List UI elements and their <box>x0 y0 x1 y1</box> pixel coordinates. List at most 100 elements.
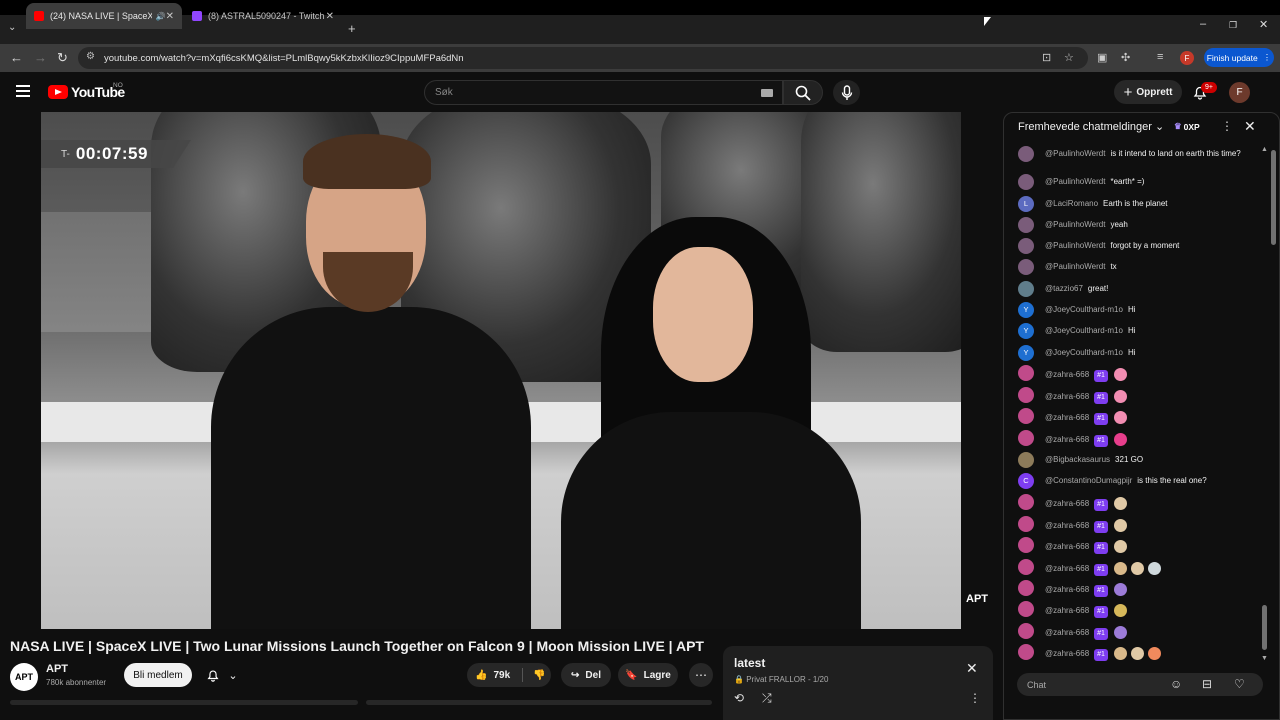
channel-watermark[interactable]: APT <box>966 593 988 605</box>
chat-author-name[interactable]: @PaulinhoWerdt <box>1045 241 1105 250</box>
chat-message[interactable]: @zahra-668 #1 <box>1018 494 1263 511</box>
tab-close-icon[interactable]: ✕ <box>166 11 174 22</box>
share-button[interactable]: ↪ Del <box>561 663 611 687</box>
window-close-icon[interactable]: ✕ <box>1259 18 1268 31</box>
tab-youtube[interactable]: (24) NASA LIVE | SpaceX LIV 🔊 ✕ <box>26 3 182 29</box>
chat-message[interactable]: @zahra-668 #1 <box>1018 537 1263 554</box>
chat-author-name[interactable]: @zahra-668 <box>1045 649 1089 658</box>
voice-search-button[interactable] <box>833 80 860 105</box>
reload-icon[interactable]: ↻ <box>57 50 68 66</box>
keyboard-icon[interactable] <box>761 89 773 97</box>
chat-message[interactable]: @PaulinhoWerdt tx <box>1018 259 1263 275</box>
super-chat-icon[interactable]: ⊟ <box>1202 677 1212 691</box>
chat-author-avatar[interactable] <box>1018 580 1034 596</box>
address-bar[interactable]: youtube.com/watch?v=mXqfi6csKMQ&list=PLm… <box>78 47 1088 69</box>
forward-icon[interactable]: → <box>34 50 47 65</box>
chat-author-name[interactable]: @zahra-668 <box>1045 370 1089 379</box>
video-player[interactable] <box>41 112 961 629</box>
minimize-icon[interactable]: – <box>1200 18 1206 30</box>
chat-message[interactable]: @PaulinhoWerdt yeah <box>1018 217 1263 233</box>
chat-message[interactable]: Y @JoeyCoulthard-m1o Hi <box>1018 302 1263 318</box>
chat-author-name[interactable]: @zahra-668 <box>1045 392 1089 401</box>
chat-author-avatar[interactable] <box>1018 365 1034 381</box>
chat-author-name[interactable]: @zahra-668 <box>1045 435 1089 444</box>
browser-profile-avatar[interactable]: F <box>1180 51 1194 65</box>
chat-author-name[interactable]: @zahra-668 <box>1045 606 1089 615</box>
chat-message[interactable]: @PaulinhoWerdt forgot by a moment <box>1018 238 1263 254</box>
chat-author-avatar[interactable] <box>1018 623 1034 639</box>
shuffle-icon[interactable]: ⤮ <box>762 691 772 706</box>
chat-author-name[interactable]: @zahra-668 <box>1045 628 1089 637</box>
search-input[interactable]: Søk <box>424 80 783 105</box>
bookmark-star-icon[interactable]: ☆ <box>1064 51 1074 64</box>
channel-name[interactable]: APT <box>46 663 68 675</box>
chat-message[interactable]: @zahra-668 #1 <box>1018 365 1263 382</box>
maximize-icon[interactable]: ❐ <box>1229 20 1237 31</box>
chat-author-avatar[interactable]: Y <box>1018 345 1034 361</box>
playlist-title[interactable]: latest <box>734 656 765 670</box>
chat-author-name[interactable]: @zahra-668 <box>1045 564 1089 573</box>
extension-icon[interactable]: ▣ <box>1097 51 1107 64</box>
chat-scrollbar-thumb[interactable] <box>1262 605 1267 650</box>
chat-author-name[interactable]: @LaciRomano <box>1045 199 1098 208</box>
tab-close-icon[interactable]: ✕ <box>326 11 334 22</box>
chat-mode-dropdown[interactable]: Fremhevede chatmeldinger ⌄ <box>1018 120 1164 133</box>
chat-author-avatar[interactable] <box>1018 281 1034 297</box>
chat-author-avatar[interactable] <box>1018 601 1034 617</box>
chat-author-avatar[interactable] <box>1018 452 1034 468</box>
chat-author-name[interactable]: @Bigbackasaurus <box>1045 455 1110 464</box>
audio-playing-icon[interactable]: 🔊 <box>156 12 166 21</box>
chat-author-avatar[interactable] <box>1018 146 1034 162</box>
chat-author-avatar[interactable]: L <box>1018 196 1034 212</box>
chat-author-name[interactable]: @ConstantinoDumagpijr <box>1045 476 1132 485</box>
chat-message[interactable]: @PaulinhoWerdt *earth* =) <box>1018 174 1263 190</box>
chat-author-name[interactable]: @PaulinhoWerdt <box>1045 220 1105 229</box>
chat-message[interactable]: @zahra-668 #1 <box>1018 430 1263 447</box>
chat-input[interactable]: Chat <box>1017 673 1263 696</box>
chat-message[interactable]: Y @JoeyCoulthard-m1o Hi <box>1018 323 1263 339</box>
create-button[interactable]: + Opprett <box>1114 80 1182 104</box>
site-info-icon[interactable]: ⚙ <box>86 51 100 65</box>
chat-message[interactable]: @PaulinhoWerdt is it intend to land on ea… <box>1018 146 1263 162</box>
chat-message[interactable]: @tazzio67 great! <box>1018 281 1263 297</box>
heart-icon[interactable]: ♡ <box>1234 677 1245 691</box>
chat-author-name[interactable]: @zahra-668 <box>1045 499 1089 508</box>
chat-author-avatar[interactable] <box>1018 259 1034 275</box>
chat-message[interactable]: @zahra-668 #1 <box>1018 623 1263 640</box>
install-app-icon[interactable]: ⊡ <box>1042 51 1051 64</box>
tab-twitch[interactable]: (8) ASTRAL5090247 - Twitch ✕ <box>184 3 342 29</box>
chat-author-avatar[interactable]: Y <box>1018 323 1034 339</box>
media-control-icon[interactable]: ≡ <box>1157 51 1163 63</box>
chat-scrollbar[interactable] <box>1271 150 1276 245</box>
chat-author-avatar[interactable] <box>1018 217 1034 233</box>
chat-author-name[interactable]: @PaulinhoWerdt <box>1045 177 1105 186</box>
chat-message[interactable]: @zahra-668 #1 <box>1018 516 1263 533</box>
youtube-logo-icon[interactable] <box>48 85 68 99</box>
chat-close-icon[interactable]: ✕ <box>1244 118 1256 135</box>
chat-message[interactable]: @zahra-668 #1 <box>1018 408 1263 425</box>
chat-author-avatar[interactable] <box>1018 387 1034 403</box>
chat-message[interactable]: @zahra-668 #1 <box>1018 644 1263 661</box>
scroll-down-icon[interactable]: ▼ <box>1261 655 1268 662</box>
search-button[interactable] <box>783 80 823 105</box>
chat-author-avatar[interactable] <box>1018 494 1034 510</box>
chat-author-avatar[interactable] <box>1018 537 1034 553</box>
extensions-puzzle-icon[interactable]: ✣ <box>1121 51 1130 64</box>
loop-icon[interactable]: ⟲ <box>734 691 744 705</box>
chat-message[interactable]: @Bigbackasaurus 321 GO <box>1018 452 1263 468</box>
chat-message[interactable]: @zahra-668 #1 <box>1018 601 1263 618</box>
chat-author-name[interactable]: @PaulinhoWerdt <box>1045 149 1105 158</box>
save-button[interactable]: 🔖 Lagre <box>618 663 678 687</box>
chat-message[interactable]: @zahra-668 #1 <box>1018 559 1263 576</box>
chat-author-avatar[interactable] <box>1018 408 1034 424</box>
chat-author-avatar[interactable] <box>1018 174 1034 190</box>
playlist-more-icon[interactable]: ⋮ <box>969 691 981 705</box>
chat-message[interactable]: @zahra-668 #1 <box>1018 387 1263 404</box>
chat-author-name[interactable]: @zahra-668 <box>1045 413 1089 422</box>
chat-author-avatar[interactable] <box>1018 559 1034 575</box>
tab-search-chevron-icon[interactable]: ⌄ <box>8 22 16 33</box>
like-button[interactable]: 👍 79k <box>475 670 510 681</box>
chat-author-avatar[interactable] <box>1018 644 1034 660</box>
menu-hamburger-icon[interactable] <box>16 85 30 97</box>
new-tab-icon[interactable]: + <box>348 21 356 36</box>
